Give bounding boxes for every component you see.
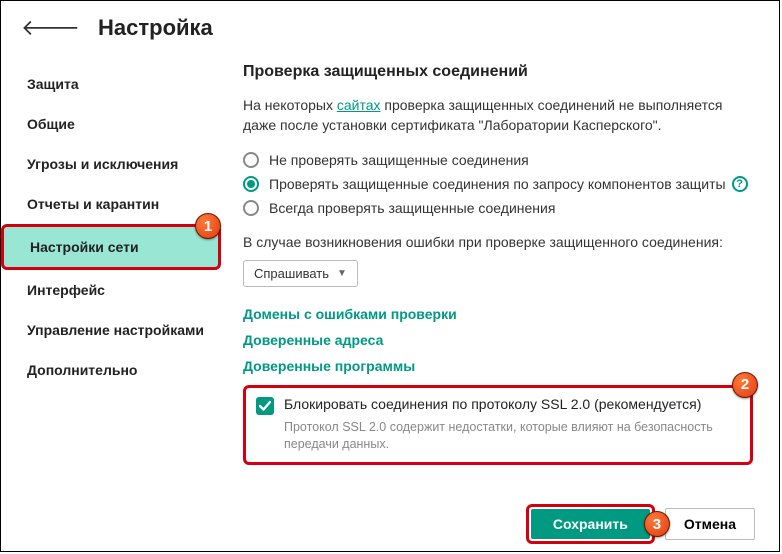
help-icon[interactable]: ? [732,176,748,192]
header: 🡐 Настройка [1,1,779,51]
annotation-badge-2: 2 [732,372,758,398]
sidebar: Защита Общие Угрозы и исключения Отчеты … [1,51,223,493]
sidebar-item-reports[interactable]: Отчеты и карантин [1,184,223,224]
save-button[interactable]: Сохранить [531,509,650,539]
scan-mode-radio-group: Не проверять защищенные соединения Прове… [243,148,753,220]
annotation-badge-3: 3 [644,511,670,537]
footer: Сохранить 3 Отмена [1,497,779,551]
link-trusted-apps[interactable]: Доверенные программы [243,353,753,379]
sites-link[interactable]: сайтах [337,97,381,113]
radio-label: Не проверять защищенные соединения [269,152,529,168]
sidebar-item-protection[interactable]: Защита [1,64,223,104]
radio-label: Всегда проверять защищенные соединения [269,200,555,216]
checkbox-row[interactable]: Блокировать соединения по протоколу SSL … [256,396,740,415]
radio-label: Проверять защищенные соединения по запро… [269,176,726,192]
sidebar-item-manage[interactable]: Управление настройками [1,310,223,350]
sidebar-item-label: Настройки сети [30,239,139,255]
radio-icon [243,152,259,168]
error-action-dropdown[interactable]: Спрашивать ▼ [243,260,358,287]
cancel-button[interactable]: Отмена [665,508,755,540]
content: Проверка защищенных соединений На некото… [223,51,779,493]
back-icon[interactable]: 🡐 [21,17,80,39]
chevron-down-icon: ▼ [337,268,347,279]
save-button-highlight: Сохранить 3 [526,504,655,544]
sidebar-item-network[interactable]: Настройки сети 1 [1,224,221,270]
sidebar-item-general[interactable]: Общие [1,104,223,144]
link-error-domains[interactable]: Домены с ошибками проверки [243,301,753,327]
radio-option-always[interactable]: Всегда проверять защищенные соединения [243,196,753,220]
sidebar-item-interface[interactable]: Интерфейс [1,270,223,310]
checkbox-checked-icon[interactable] [256,397,274,415]
radio-icon [243,200,259,216]
settings-window: 🡐 Настройка Защита Общие Угрозы и исключ… [0,0,780,552]
annotation-badge-1: 1 [195,213,221,239]
checkbox-label: Блокировать соединения по протоколу SSL … [284,396,701,412]
sidebar-item-advanced[interactable]: Дополнительно [1,350,223,390]
radio-option-on-request[interactable]: Проверять защищенные соединения по запро… [243,172,753,196]
dropdown-value: Спрашивать [254,266,329,281]
section-title: Проверка защищенных соединений [243,63,753,81]
error-action-label: В случае возникновения ошибки при провер… [243,234,753,250]
sidebar-item-threats[interactable]: Угрозы и исключения [1,144,223,184]
link-trusted-addresses[interactable]: Доверенные адреса [243,327,753,353]
checkbox-description: Протокол SSL 2.0 содержит недостатки, ко… [284,419,740,454]
radio-icon [243,176,259,192]
page-title: Настройка [98,15,213,41]
section-description: На некоторых сайтах проверка защищенных … [243,95,753,136]
ssl-block-section: 2 Блокировать соединения по протоколу SS… [243,385,753,465]
body: Защита Общие Угрозы и исключения Отчеты … [1,51,779,493]
radio-option-none[interactable]: Не проверять защищенные соединения [243,148,753,172]
